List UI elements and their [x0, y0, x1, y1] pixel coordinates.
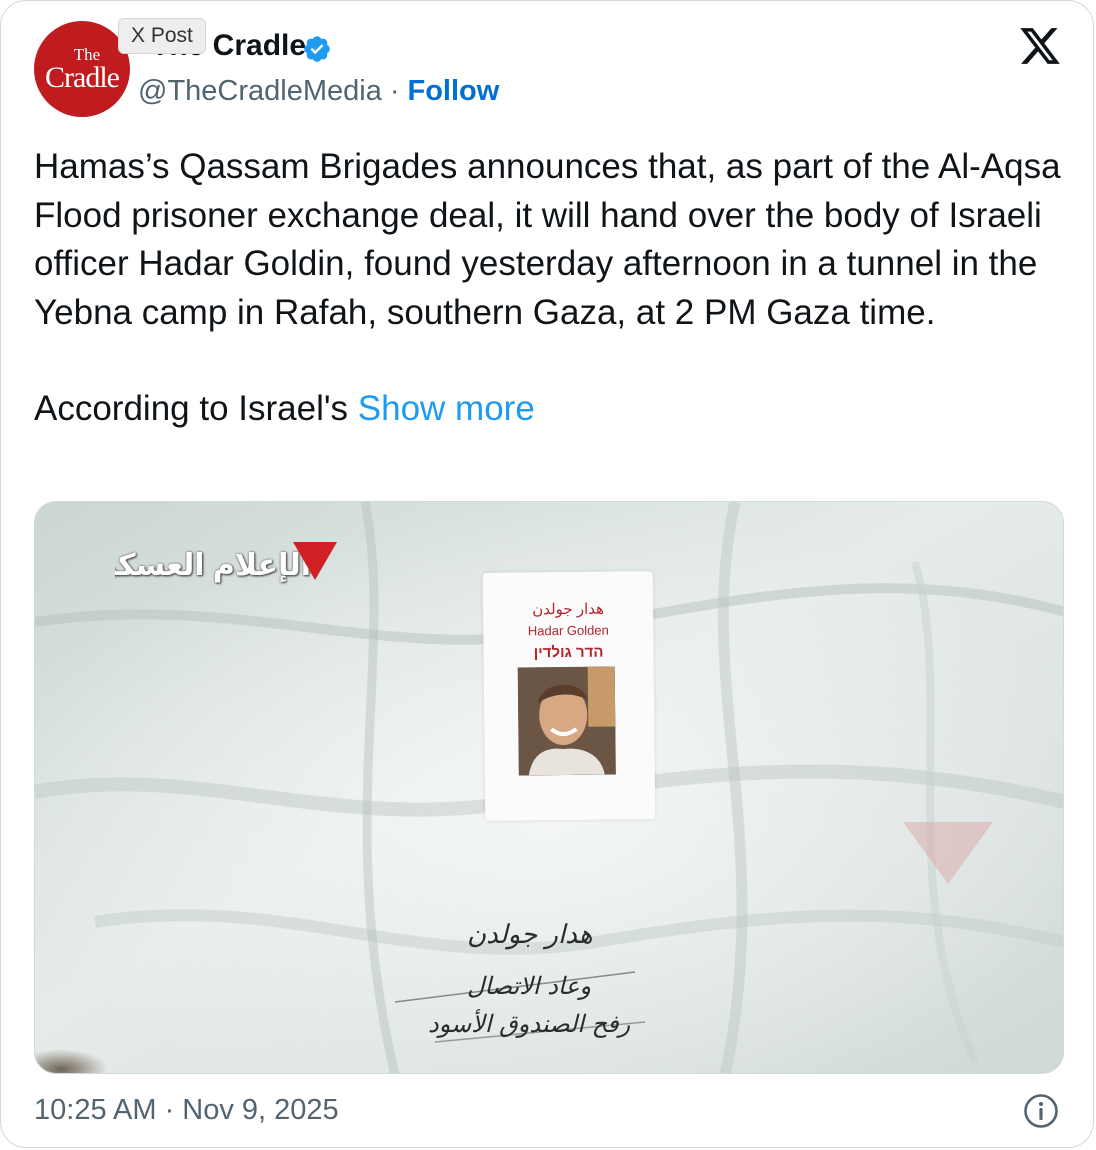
tweet-paragraph-2: According to Israel's Show more [34, 385, 1064, 434]
handwriting-line-1: هدار جولدن [467, 920, 593, 950]
x-post-tooltip: X Post [118, 18, 206, 54]
avatar-text-main: Cradle [45, 60, 120, 94]
show-more-link[interactable]: Show more [358, 389, 535, 428]
tweet-media-image[interactable]: الإعلام العسكري هدار جولدن Hadar Golden … [34, 501, 1064, 1074]
follow-button[interactable]: Follow [408, 75, 500, 108]
label-hebrew: הדר גולדין [533, 643, 604, 662]
military-media-watermark: الإعلام العسكري [115, 540, 337, 590]
tweet-paragraph-1: Hamas’s Qassam Brigades announces that, … [34, 147, 1061, 332]
verified-badge-icon [304, 36, 330, 62]
tweet-text: Hamas’s Qassam Brigades announces that, … [34, 143, 1064, 434]
handle-row: @TheCradleMedia · Follow [138, 75, 499, 108]
handwriting-line-3: رفح الصندوق الأسود [428, 1010, 631, 1038]
author-handle[interactable]: @TheCradleMedia [138, 75, 382, 108]
handwriting-line-2: وعاد الاتصال [467, 972, 592, 1000]
avatar[interactable]: The Cradle [34, 21, 130, 117]
portrait-photo [517, 666, 616, 776]
tweet-card: The Cradle The Cradle X Post @TheCradleM… [0, 0, 1094, 1148]
watermark-text: الإعلام العسكري [115, 549, 311, 582]
label-arabic: هدار جولدن [532, 600, 605, 619]
info-icon[interactable] [1023, 1093, 1059, 1129]
avatar-text-top: The [73, 44, 101, 64]
watermark-triangle-icon [293, 542, 337, 580]
x-logo-icon[interactable] [1017, 24, 1063, 68]
name-label-card: هدار جولدن Hadar Golden הדר גולדין [482, 571, 656, 821]
label-english: Hadar Golden [527, 622, 609, 639]
tweet-timestamp[interactable]: 10:25 AM · Nov 9, 2025 [34, 1094, 339, 1127]
tweet-paragraph-2-text: According to Israel's [34, 389, 358, 428]
handle-separator: · [389, 75, 400, 107]
